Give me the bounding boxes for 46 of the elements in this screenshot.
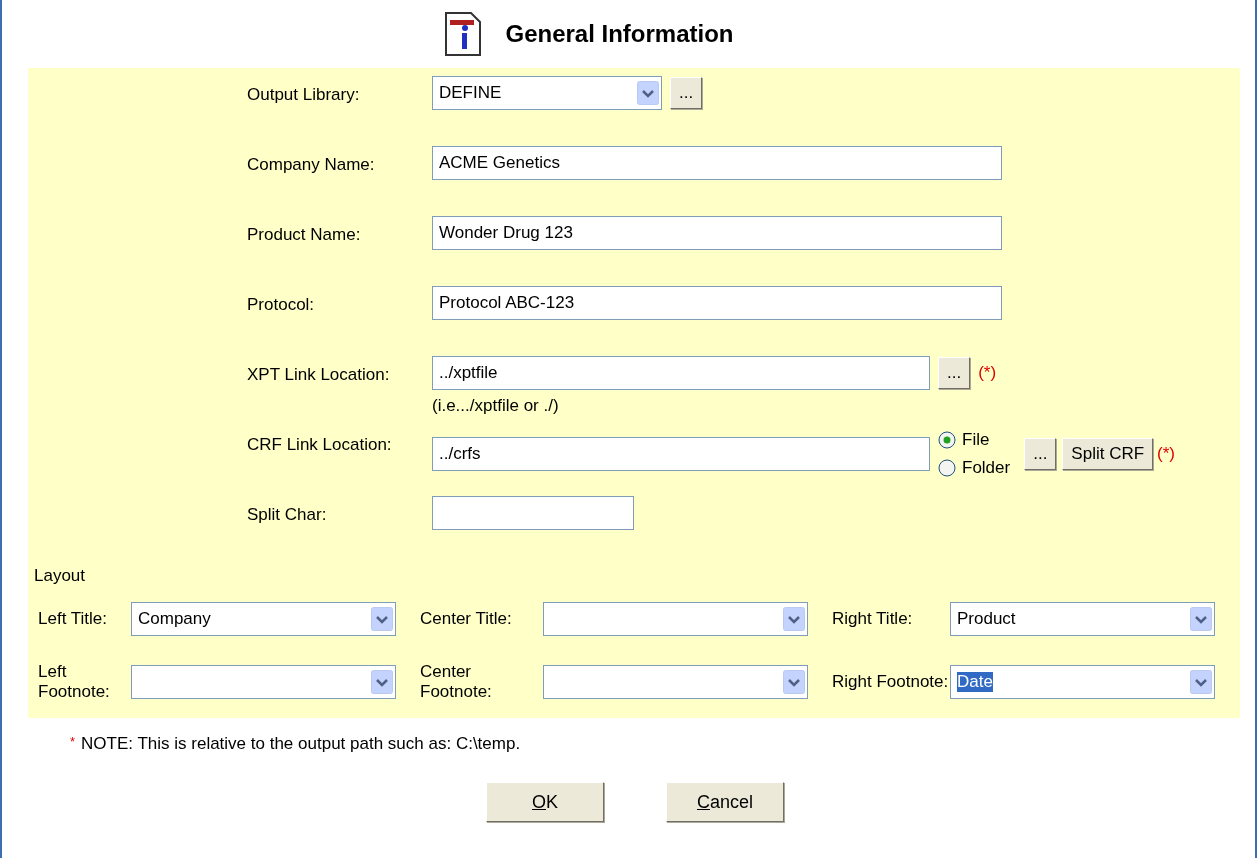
dialog-button[interactable]: OK bbox=[486, 782, 604, 822]
split-crf-button[interactable]: Split CRF bbox=[1062, 438, 1154, 470]
dropdown-value: Product bbox=[957, 609, 1016, 629]
text-field[interactable] bbox=[432, 496, 634, 530]
path-field[interactable]: ../xptfile bbox=[432, 356, 930, 390]
field-label: Center Title: bbox=[419, 609, 513, 629]
dialog-title: General Information bbox=[505, 20, 734, 48]
field-label: Center Footnote: bbox=[419, 662, 493, 702]
browse-button[interactable]: ... bbox=[938, 357, 971, 389]
text-field[interactable]: Wonder Drug 123 bbox=[432, 216, 1002, 250]
required-marker: (*) bbox=[1157, 444, 1176, 464]
field-label: XPT Link Location: bbox=[247, 364, 391, 385]
title-dropdown[interactable]: Date bbox=[950, 665, 1215, 699]
library-dropdown[interactable]: DEFINE bbox=[432, 76, 662, 110]
dropdown-value: Date bbox=[957, 672, 993, 692]
hint-text: (i.e.../xptfile or ./) bbox=[432, 396, 560, 416]
title-dropdown[interactable] bbox=[543, 602, 808, 636]
asterisk-mark: * bbox=[70, 734, 76, 751]
browse-button[interactable]: ... bbox=[1024, 438, 1057, 470]
field-label: Output Library: bbox=[247, 84, 361, 105]
field-label: Right Title: bbox=[831, 609, 914, 629]
radio-button[interactable] bbox=[938, 431, 956, 449]
radio-label: File bbox=[962, 430, 990, 450]
title-dropdown[interactable]: Company bbox=[131, 602, 396, 636]
title-dropdown[interactable]: Product bbox=[950, 602, 1215, 636]
field-label: Left Footnote: bbox=[37, 662, 111, 702]
field-label: CRF Link Location: bbox=[247, 434, 393, 455]
radio-button[interactable] bbox=[938, 459, 956, 477]
field-label: Product Name: bbox=[247, 224, 362, 245]
note-text: NOTE: This is relative to the output path such as: C:\temp. bbox=[81, 734, 521, 754]
dropdown-value: Company bbox=[138, 609, 211, 629]
radio-label: Folder bbox=[962, 458, 1011, 478]
text-field[interactable]: Protocol ABC-123 bbox=[432, 286, 1002, 320]
field-label: Right Footnote: bbox=[831, 672, 950, 692]
field-label: Protocol: bbox=[247, 294, 316, 315]
title-dropdown[interactable] bbox=[131, 665, 396, 699]
field-label: Company Name: bbox=[247, 154, 376, 175]
dialog-button[interactable]: Cancel bbox=[666, 782, 784, 822]
required-marker: (*) bbox=[978, 363, 997, 383]
document-info-icon bbox=[443, 11, 484, 57]
path-field[interactable]: ../crfs bbox=[432, 437, 930, 471]
field-label: Split Char: bbox=[247, 504, 328, 525]
text-field[interactable]: ACME Genetics bbox=[432, 146, 1002, 180]
field-label: Left Title: bbox=[37, 609, 108, 629]
browse-button[interactable]: ... bbox=[670, 77, 703, 109]
title-dropdown[interactable] bbox=[543, 665, 808, 699]
